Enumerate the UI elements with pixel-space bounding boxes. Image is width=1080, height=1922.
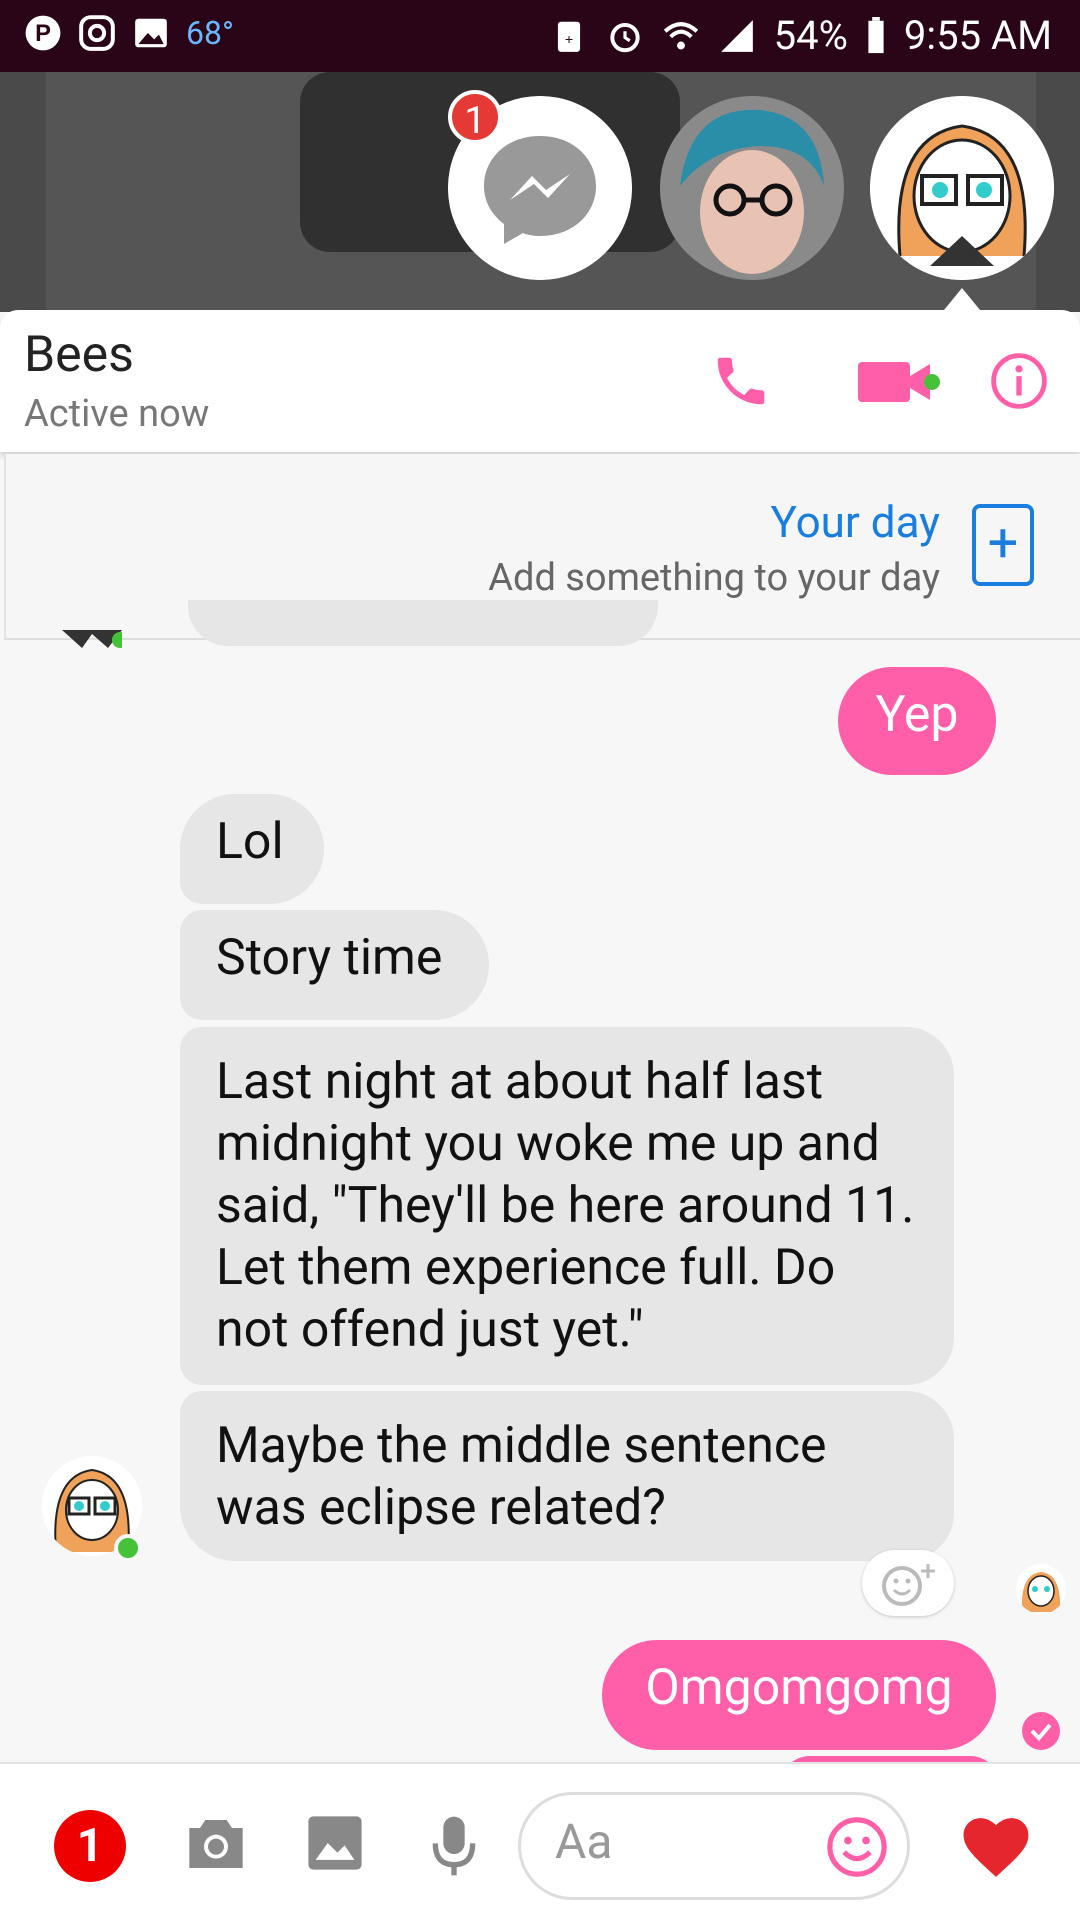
your-day-title: Your day: [770, 496, 940, 548]
notification-badge[interactable]: 1: [54, 1810, 126, 1882]
avatar: [870, 96, 1054, 280]
microphone-icon[interactable]: [432, 1814, 476, 1878]
message-bubble-partial: [188, 600, 658, 646]
your-day-subtitle: Add something to your day: [488, 556, 940, 600]
reaction-icon[interactable]: [862, 1550, 954, 1616]
check-icon: [1022, 1712, 1060, 1750]
video-available-dot: [924, 374, 940, 390]
battery-icon: [868, 16, 884, 53]
weather-temperature: 68°: [186, 14, 234, 52]
camera-icon[interactable]: [184, 1814, 248, 1874]
active-head-pointer: [944, 288, 980, 310]
add-icon[interactable]: +: [972, 504, 1034, 586]
message-sent[interactable]: Omgomgomg: [602, 1640, 996, 1750]
battery-saver-icon: +: [557, 21, 580, 52]
svg-text:P: P: [35, 20, 51, 47]
status-bar: P 68° + 54% 9:55 AM: [0, 0, 1080, 72]
message-sent[interactable]: Yep: [838, 667, 996, 775]
message-received[interactable]: Lol: [180, 794, 324, 904]
image-icon[interactable]: [306, 1814, 364, 1872]
avatar: [660, 96, 844, 280]
svg-text:+: +: [564, 31, 572, 47]
contact-name[interactable]: Bees: [24, 326, 134, 384]
message-received[interactable]: Story time: [180, 910, 489, 1020]
signal-icon: [720, 19, 753, 52]
chat-head-contact-photo[interactable]: [660, 96, 844, 280]
instagram-icon: [79, 15, 115, 51]
heart-icon[interactable]: [958, 1812, 1034, 1880]
emoji-icon[interactable]: [826, 1816, 888, 1878]
avatar-partial: [62, 630, 128, 648]
phone-icon[interactable]: [710, 350, 772, 412]
info-icon[interactable]: [990, 352, 1048, 410]
alarm-icon: [610, 22, 640, 52]
composer-bar: 1 Aa: [0, 1762, 1080, 1922]
wifi-icon: [663, 21, 698, 49]
pinterest-icon: P: [25, 15, 61, 51]
battery-percent: 54%: [773, 12, 848, 59]
chat-head-badge: 1: [448, 90, 502, 144]
online-status-dot: [114, 1534, 142, 1562]
chat-head-bees[interactable]: [870, 96, 1054, 280]
gallery-icon: [135, 18, 167, 48]
message-received[interactable]: Last night at about half last midnight y…: [180, 1027, 954, 1385]
clock-time: 9:55 AM: [903, 12, 1052, 59]
seen-by-avatar: [1016, 1564, 1066, 1614]
presence-status: Active now: [24, 392, 210, 436]
conversation-header: Bees Active now: [0, 310, 1080, 452]
message-received[interactable]: Maybe the middle sentence was eclipse re…: [180, 1391, 954, 1561]
message-input-placeholder: Aa: [555, 1813, 613, 1870]
